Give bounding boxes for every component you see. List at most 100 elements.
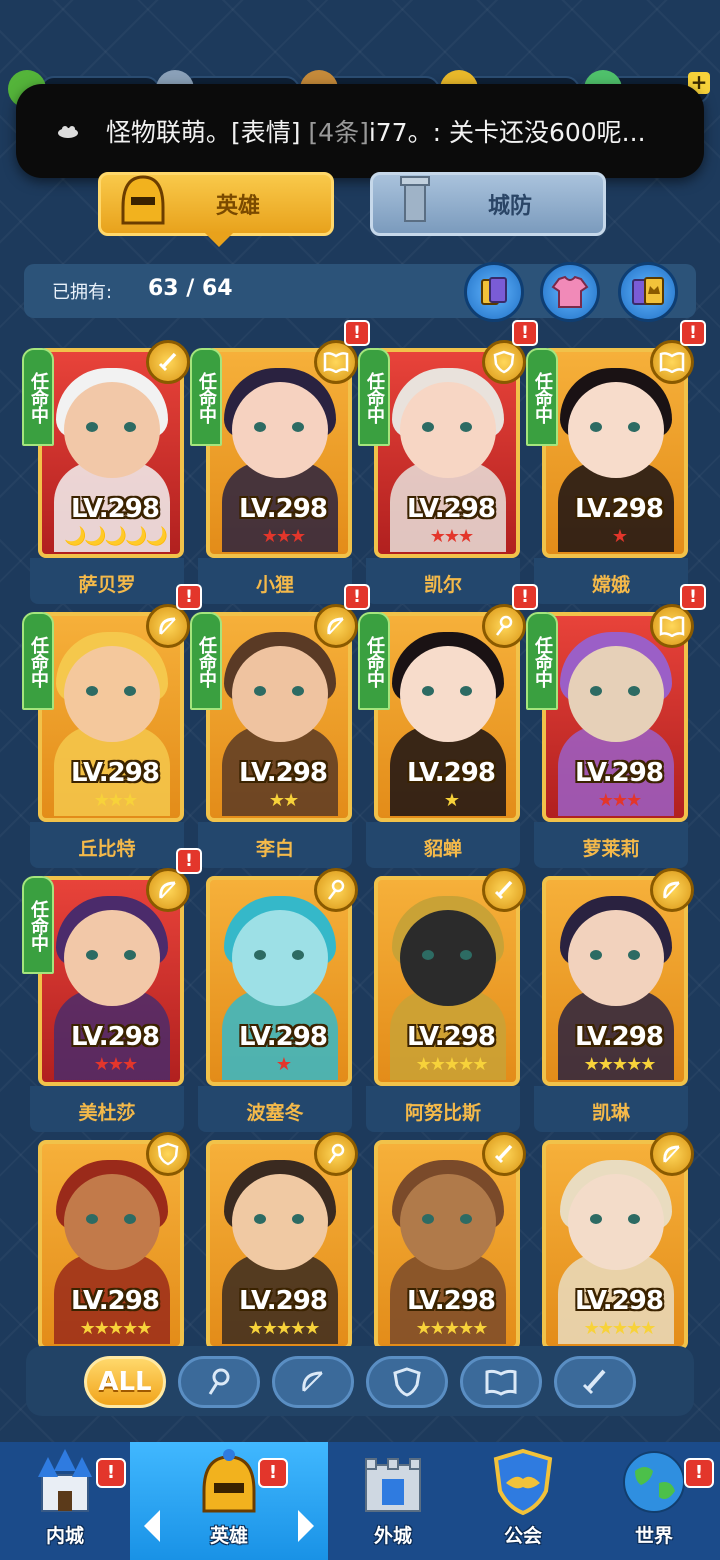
hero-card[interactable]: LV.298 ★! 任命中 嫦娥	[526, 320, 706, 604]
hero-name-plate: 波塞冬	[198, 1086, 352, 1132]
hero-card[interactable]: LV.298 ★! 任命中 貂蝉	[358, 584, 538, 868]
hero-class-badge	[314, 868, 358, 912]
hero-level: LV.298	[575, 758, 664, 788]
hero-card[interactable]: LV.298 ★★★★★	[542, 1132, 694, 1350]
hero-name-plate: 丘比特	[30, 822, 184, 868]
hero-class-badge	[314, 340, 358, 384]
hero-card[interactable]: LV.298 ★★! 任命中 李白	[190, 584, 370, 868]
hero-face	[64, 382, 160, 478]
hero-name-plate: 萝莱莉	[534, 822, 688, 868]
hero-eye	[590, 686, 602, 696]
hero-card[interactable]: LV.298 🌙🌙🌙🌙🌙 任命中 萨贝罗	[22, 340, 190, 604]
hero-name: 貂蝉	[423, 838, 462, 860]
hero-level: LV.298	[239, 1286, 328, 1316]
hero-face	[568, 910, 664, 1006]
sword-icon	[494, 1144, 513, 1164]
hero-card[interactable]: LV.298 ★★★! 任命中 凯尔	[358, 320, 538, 604]
hero-name-plate: 阿努比斯	[366, 1086, 520, 1132]
bow-icon	[663, 881, 680, 899]
notification-sender: 怪物联萌。	[105, 118, 231, 147]
nav-outer-city[interactable]: 外城	[328, 1442, 458, 1560]
hero-card[interactable]: LV.298 ★★★! 任命中 美杜莎	[22, 848, 202, 1132]
castle-icon	[38, 1449, 92, 1512]
hero-level: LV.298	[239, 758, 328, 788]
hero-cards-button[interactable]	[464, 262, 524, 322]
hero-eye	[254, 686, 266, 696]
hero-card[interactable]: LV.298 ★★★★★	[38, 1132, 190, 1350]
chat-app-icon	[56, 119, 80, 143]
nav-next-arrow[interactable]	[298, 1510, 314, 1542]
hero-name: 阿努比斯	[404, 1102, 481, 1124]
hero-class-badge	[482, 868, 526, 912]
hero-name-plate: 李白	[198, 822, 352, 868]
hero-level: LV.298	[407, 1022, 496, 1052]
crown-cards-icon	[632, 277, 664, 305]
filter-book-button[interactable]	[460, 1356, 542, 1408]
hero-face	[400, 646, 496, 742]
hero-eye	[86, 1214, 98, 1224]
nav-inner-city-label: 内城	[45, 1525, 84, 1547]
filter-sword-button[interactable]	[554, 1356, 636, 1408]
hero-alert-badge: !	[344, 320, 370, 346]
appointed-tag: 任命中	[22, 348, 54, 446]
book-icon	[659, 352, 685, 373]
nav-guild-label: 公会	[503, 1525, 542, 1547]
hero-card[interactable]: LV.298 ★★★! 任命中 丘比特	[22, 584, 202, 868]
notification-message: i77。: 关卡还没600呢...	[368, 118, 646, 147]
hero-level: LV.298	[407, 494, 496, 524]
globe-icon	[623, 1451, 685, 1513]
skins-button[interactable]	[540, 262, 600, 322]
tab-heroes[interactable]: 英雄	[98, 172, 334, 247]
hero-stars: ★★★★★	[415, 1318, 489, 1339]
helmet-icon	[121, 175, 165, 225]
hero-class-badge	[146, 868, 190, 912]
hero-face	[232, 1174, 328, 1270]
staff-icon	[328, 1143, 345, 1164]
hero-class-badge	[650, 1132, 694, 1176]
hero-stars: ★	[275, 1054, 292, 1075]
filter-all-label: ALL	[98, 1367, 152, 1397]
hero-name-plate: 美杜莎	[30, 1086, 184, 1132]
book-icon	[485, 1369, 517, 1396]
hero-stars: ★★★★★	[583, 1318, 657, 1339]
hero-name: 波塞冬	[246, 1102, 304, 1124]
notification-toast[interactable]: 怪物联萌。[表情] [4条]i77。: 关卡还没600呢...	[16, 84, 704, 178]
hero-eye	[254, 1214, 266, 1224]
hero-class-badge	[482, 1132, 526, 1176]
sword-icon	[158, 352, 177, 372]
hero-card[interactable]: LV.298 ★★★★★	[206, 1132, 358, 1350]
hero-level: LV.298	[71, 1022, 160, 1052]
tower-icon	[400, 176, 430, 222]
hero-card[interactable]: LV.298 ★★★! 任命中 萝莱莉	[526, 584, 706, 868]
hero-card[interactable]: LV.298 ★★★★★	[374, 1132, 526, 1350]
hero-stars: ★★★	[429, 526, 474, 547]
hero-level: LV.298	[407, 1286, 496, 1316]
hero-eye	[124, 422, 136, 432]
nav-inner-city[interactable]: 内城 !	[0, 1442, 130, 1560]
nav-heroes-alert: !	[258, 1458, 288, 1488]
cards-icon	[481, 277, 507, 305]
filter-bow-button[interactable]	[272, 1356, 354, 1408]
book-icon	[659, 616, 685, 637]
hero-card[interactable]: LV.298 ★★★★★ 阿努比斯	[366, 868, 526, 1132]
staff-icon	[496, 615, 513, 636]
filter-all-button[interactable]: ALL	[84, 1356, 166, 1408]
tab-defense[interactable]: 城防	[370, 172, 606, 236]
nav-guild[interactable]: 公会	[458, 1442, 588, 1560]
hero-card[interactable]: LV.298 ★★★★★ 凯琳	[534, 868, 694, 1132]
hero-card[interactable]: LV.298 ★★★! 任命中 小狸	[190, 320, 370, 604]
hero-name-plate: 萨贝罗	[30, 558, 184, 604]
hero-face	[64, 646, 160, 742]
shirt-icon	[551, 275, 589, 308]
filter-shield-button[interactable]	[366, 1356, 448, 1408]
filter-staff-button[interactable]	[178, 1356, 260, 1408]
nav-world[interactable]: 世界 !	[588, 1442, 720, 1560]
hero-name-plate: 嫦娥	[534, 558, 688, 604]
nav-prev-arrow[interactable]	[144, 1510, 160, 1542]
hero-class-badge	[650, 340, 694, 384]
hero-card[interactable]: LV.298 ★ 波塞冬	[198, 868, 358, 1132]
nav-world-label: 世界	[634, 1525, 673, 1547]
hero-face	[232, 382, 328, 478]
hero-collection-button[interactable]	[618, 262, 678, 322]
nav-heroes[interactable]: 英雄 !	[130, 1442, 328, 1560]
